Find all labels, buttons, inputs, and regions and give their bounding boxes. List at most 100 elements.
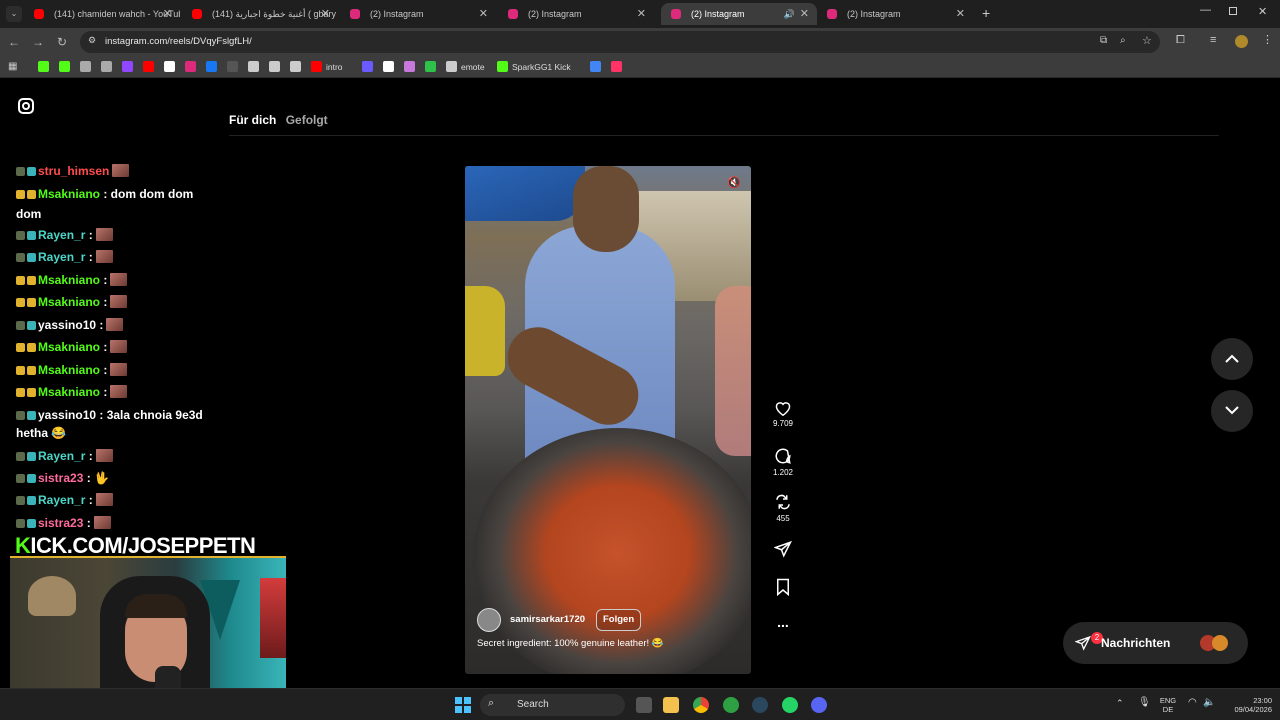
bookmark-label[interactable]: SparkGG1 Kick [512,56,571,78]
window-close-button[interactable]: ✕ [1258,5,1267,18]
maximize-button[interactable] [1229,7,1237,15]
browser-menu-icon[interactable]: ⋮ [1262,33,1273,46]
tab-close-icon[interactable]: ✕ [479,3,488,25]
reload-icon[interactable]: ↻ [54,34,70,50]
tab-close-icon[interactable]: ✕ [956,3,965,25]
bookmark-favicon-icon[interactable] [311,61,322,72]
tab-title: (2) Instagram [528,9,582,19]
task-view-icon[interactable] [636,697,652,713]
wifi-icon[interactable]: ◠ [1188,697,1197,708]
profile-avatar[interactable] [1235,35,1248,48]
bookmark-favicon-icon[interactable] [185,61,196,72]
zoom-icon[interactable]: ⌕ [1120,35,1126,46]
bookmark-star-icon[interactable]: ☆ [1142,34,1152,47]
chat-badge-icon [16,321,25,330]
site-info-icon[interactable]: ⚙ [88,35,96,46]
bookmark-favicon-icon[interactable] [425,61,436,72]
mute-icon[interactable]: 🔇 [727,176,741,189]
bookmark-favicon-icon[interactable] [362,61,373,72]
follow-button[interactable]: Folgen [596,609,642,631]
bookmark-favicon-icon[interactable] [248,61,259,72]
apps-grid-icon[interactable]: ▦ [8,61,19,72]
language-indicator[interactable]: ENG DE [1156,696,1180,714]
browser-tab[interactable]: (2) Instagram ✕ [817,3,973,25]
chat-message: yassino10 : [16,316,124,334]
chrome-icon[interactable] [693,697,709,713]
share-action[interactable] [770,540,796,558]
browser-tab[interactable]: (2) Instagram ✕ [498,3,654,25]
chat-emote-icon [95,228,113,241]
discord-icon[interactable] [811,697,827,713]
bookmark-label[interactable]: emote [461,56,485,78]
reading-list-icon[interactable]: ≡ [1210,34,1216,46]
tab-close-icon[interactable]: ✕ [321,3,330,25]
xbox-icon[interactable] [723,697,739,713]
repost-action[interactable]: 455 [770,493,796,523]
like-action[interactable]: 9.709 [770,400,796,428]
bookmark-favicon-icon[interactable] [143,61,154,72]
forward-icon[interactable]: → [30,34,46,50]
omnibox[interactable]: ⚙ instagram.com/reels/DVqyFslgfLH/ ⧉ ⌕ ☆ [80,31,1160,53]
tab-close-icon[interactable]: ✕ [637,3,646,25]
browser-tab[interactable]: (141) أغنية خطوة اجبارية ( gbary ✕ [182,3,338,25]
tab-search-icon[interactable]: ⌄ [6,6,22,22]
messages-button[interactable]: 2 Nachrichten [1063,622,1248,664]
comment-action[interactable]: 1.202 [770,447,796,477]
new-tab-button[interactable]: + [982,5,990,21]
previous-reel-button[interactable] [1211,338,1253,380]
chat-badge-icon [27,276,36,285]
reel-video[interactable]: 🔇 samirsarkar1720 Folgen Secret ingredie… [465,166,751,674]
back-icon[interactable]: ← [6,34,22,50]
browser-tab[interactable]: (141) chamiden wahch - YouTube ✕ [24,3,180,25]
bookmark-favicon-icon[interactable] [446,61,457,72]
bookmark-favicon-icon[interactable] [290,61,301,72]
browser-tab[interactable]: (2) Instagram ✕ 🔊 [661,3,817,25]
tab-audio-icon[interactable]: 🔊 [784,3,795,25]
chat-text: hetha 😂 [16,426,67,440]
bookmark-favicon-icon[interactable] [589,61,601,72]
tray-chevron-icon[interactable]: ⌃ [1116,698,1124,709]
tab-following[interactable]: Gefolgt [286,113,328,127]
bookmark-favicon-icon[interactable] [404,61,415,72]
start-button[interactable] [455,697,471,713]
bookmark-favicon-icon[interactable] [80,61,91,72]
tab-for-you[interactable]: Für dich [229,113,276,127]
bookmark-favicon-icon[interactable] [269,61,280,72]
reel-author-username[interactable]: samirsarkar1720 [510,614,585,625]
install-app-icon[interactable]: ⧉ [1100,35,1107,46]
taskbar-search[interactable]: ⌕ Search [480,694,625,716]
bookmark-favicon-icon[interactable] [59,61,70,72]
clock[interactable]: 23:00 09/04/2026 [1222,696,1272,714]
browser-tab[interactable]: (2) Instagram ✕ [340,3,496,25]
feed-divider [229,135,1219,136]
chat-badge-icon [27,452,36,461]
next-reel-button[interactable] [1211,390,1253,432]
tab-close-icon[interactable]: ✕ [800,3,809,25]
url-text[interactable]: instagram.com/reels/DVqyFslgfLH/ [105,31,252,53]
extensions-icon[interactable]: ⧠ [1176,34,1185,47]
bookmark-favicon-icon[interactable] [164,61,175,72]
more-options-icon[interactable]: ... [770,614,796,630]
tab-close-icon[interactable]: ✕ [163,3,172,25]
steam-icon[interactable] [752,697,768,713]
volume-icon[interactable]: 🔈 [1203,697,1215,708]
chat-message: hetha 😂 [16,424,66,442]
bookmark-favicon-icon[interactable] [122,61,133,72]
reel-author-avatar[interactable] [477,608,501,632]
bookmark-favicon-icon[interactable] [38,61,49,72]
comment-count: 1.202 [772,468,794,477]
save-action[interactable] [770,578,796,596]
file-explorer-icon[interactable] [663,697,679,713]
microphone-icon[interactable]: 🎙 [1138,697,1151,708]
bookmark-favicon-icon[interactable] [101,61,112,72]
bookmark-favicon-icon[interactable] [206,61,217,72]
instagram-logo-icon[interactable] [18,98,34,114]
bookmark-favicon-icon[interactable] [383,61,394,72]
bookmark-favicon-icon[interactable] [497,61,508,72]
video-awning [465,166,585,221]
bookmark-label[interactable]: intro [326,56,343,78]
whatsapp-icon[interactable] [782,697,798,713]
bookmark-favicon-icon[interactable] [227,61,238,72]
bookmark-favicon-icon[interactable] [610,61,622,72]
minimize-button[interactable]: — [1200,4,1211,16]
